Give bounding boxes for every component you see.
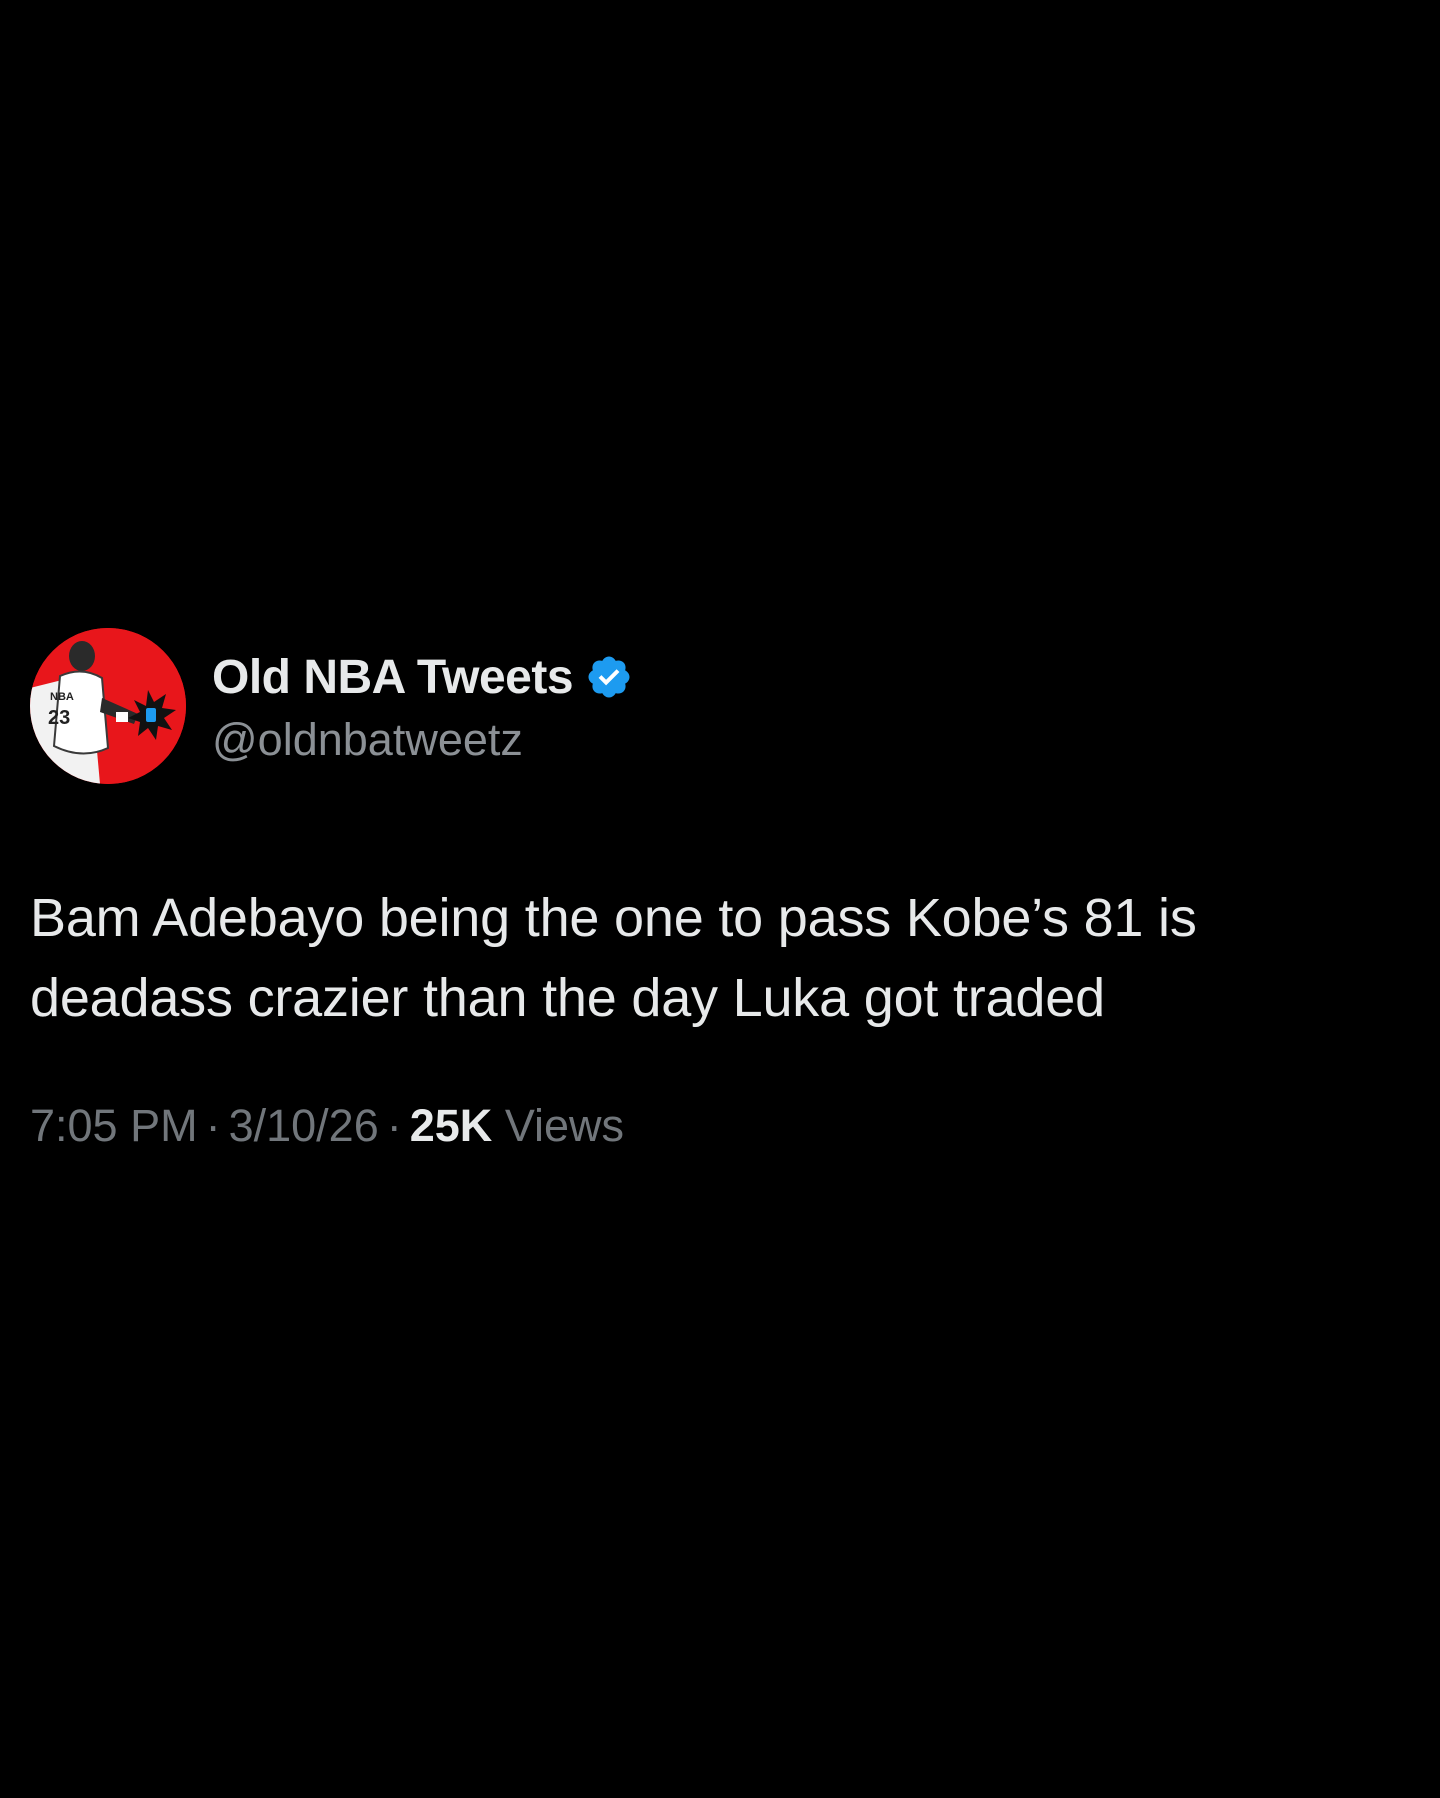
name-row: Old NBA Tweets: [212, 646, 633, 708]
avatar[interactable]: NBA 23: [30, 628, 186, 784]
meta-separator: ·: [386, 1100, 402, 1151]
author-identity: Old NBA Tweets @oldnbatweetz: [212, 646, 633, 766]
tweet-header: NBA 23 Old NBA Tweets @oldnbatweetz: [30, 628, 1410, 784]
svg-text:NBA: NBA: [50, 691, 74, 703]
verified-badge-icon: [585, 653, 633, 701]
views-count[interactable]: 25K: [410, 1100, 493, 1151]
views-label: Views: [504, 1100, 625, 1151]
tweet-card: NBA 23 Old NBA Tweets @oldnbatweetz Bam …: [30, 628, 1410, 1152]
tweet-time[interactable]: 7:05 PM: [30, 1100, 198, 1151]
display-name[interactable]: Old NBA Tweets: [212, 650, 574, 705]
meta-separator: ·: [205, 1100, 221, 1151]
tweet-date[interactable]: 3/10/26: [229, 1100, 379, 1151]
svg-text:23: 23: [48, 707, 70, 729]
jordan-photo-avatar-icon: NBA 23: [30, 628, 186, 784]
handle[interactable]: @oldnbatweetz: [212, 714, 633, 766]
tweet-text: Bam Adebayo being the one to pass Kobe’s…: [30, 888, 1197, 1028]
tweet-meta: 7:05 PM · 3/10/26 · 25K Views: [30, 1100, 1410, 1152]
